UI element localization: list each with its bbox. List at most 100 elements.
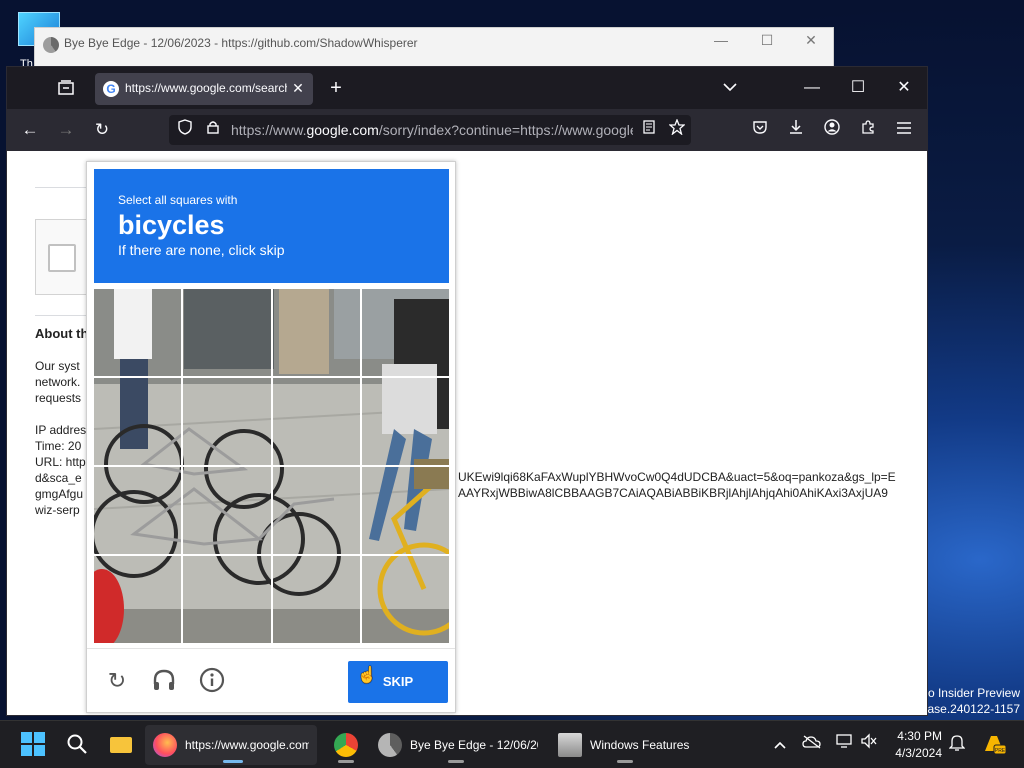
captcha-tile[interactable] — [361, 467, 449, 554]
file-explorer-button[interactable] — [108, 731, 134, 757]
edge-window[interactable]: Bye Bye Edge - 12/06/2023 - https://gith… — [34, 27, 834, 69]
maximize-button[interactable]: ☐ — [843, 73, 873, 103]
firefox-view-button[interactable] — [51, 73, 81, 103]
edge-window-title: Bye Bye Edge - 12/06/2023 - https://gith… — [64, 36, 418, 50]
url-bar[interactable]: https://www.google.com/sorry/index?conti… — [169, 115, 691, 145]
minimize-button[interactable]: — — [797, 73, 827, 103]
watermark-line-1: ro Insider Preview — [923, 686, 1020, 700]
edge-close-button[interactable]: ✕ — [791, 32, 831, 52]
menu-button[interactable] — [889, 115, 919, 145]
captcha-tile[interactable] — [272, 378, 360, 465]
captcha-tile[interactable] — [183, 378, 271, 465]
captcha-tile[interactable] — [94, 556, 182, 643]
about-heading: About th — [35, 326, 89, 341]
system-clock[interactable]: 4:30 PM 4/3/2024 — [880, 728, 942, 762]
captcha-tile[interactable] — [183, 467, 271, 554]
active-indicator — [338, 760, 354, 763]
captcha-tile[interactable] — [272, 289, 360, 376]
account-icon — [824, 119, 840, 135]
captcha-tile-image — [272, 556, 360, 643]
shield-icon[interactable] — [175, 119, 195, 141]
close-button[interactable]: ✕ — [889, 73, 919, 103]
firefox-view-icon — [58, 80, 74, 95]
captcha-tile[interactable] — [94, 289, 182, 376]
chrome-icon — [334, 733, 358, 757]
reader-icon[interactable] — [639, 119, 659, 141]
ip-line: IP addres — [35, 423, 87, 437]
back-button[interactable]: ← — [15, 115, 45, 145]
audio-challenge-icon[interactable] — [150, 667, 178, 695]
url-host: google.com — [306, 122, 379, 138]
captcha-header: Select all squares with bicycles If ther… — [94, 169, 449, 283]
captcha-tile[interactable] — [272, 556, 360, 643]
reload-button[interactable]: ↻ — [87, 115, 117, 145]
edge-maximize-button[interactable]: ☐ — [747, 32, 787, 52]
taskbar-app-edge[interactable]: Bye Bye Edge - 12/06/2023 — [370, 725, 542, 765]
firefox-icon — [153, 733, 177, 757]
chevron-down-icon — [723, 83, 737, 92]
url-continuation: AAYRxjWBBiwA8lCBBAAGB7CAiAQABiABBiKBRjlA… — [458, 486, 888, 500]
url-line: wiz-serp — [35, 503, 80, 517]
info-icon[interactable] — [198, 667, 226, 695]
captcha-tile[interactable] — [183, 289, 271, 376]
volume-muted-icon[interactable] — [858, 733, 880, 755]
captcha-tile[interactable] — [272, 467, 360, 554]
url-continuation: UKEwi9lqi68KaFAxWuplYBHWvoCw0Q4dUDCBA&ua… — [458, 470, 896, 484]
active-indicator — [448, 760, 464, 763]
url-text[interactable]: https://www.google.com/sorry/index?conti… — [231, 122, 633, 138]
start-button[interactable] — [20, 731, 46, 757]
recaptcha-checkbox[interactable] — [48, 244, 76, 272]
captcha-tile[interactable] — [94, 378, 182, 465]
taskbar-app-windows-features[interactable]: Windows Features — [550, 725, 700, 765]
new-tab-button[interactable]: + — [321, 73, 351, 103]
preview-badge-text: PRE — [995, 748, 1006, 754]
taskbar-app-chrome[interactable] — [326, 725, 366, 765]
menu-icon — [897, 122, 911, 134]
lock-icon[interactable] — [203, 119, 223, 141]
captcha-tile-image — [183, 289, 271, 376]
captcha-tile-image — [183, 378, 271, 465]
captcha-hint: If there are none, click skip — [118, 242, 285, 258]
search-icon[interactable] — [64, 731, 90, 757]
taskbar-app-firefox[interactable]: https://www.google.com — [145, 725, 317, 765]
onedrive-offline-icon[interactable] — [801, 733, 823, 755]
url-path: /sorry/index?continue=https://www.google… — [378, 122, 633, 138]
reload-challenge-icon[interactable]: ↻ — [103, 667, 131, 695]
pocket-icon — [753, 121, 767, 134]
list-all-tabs-button[interactable] — [715, 73, 745, 103]
pocket-button[interactable] — [745, 115, 775, 145]
downloads-button[interactable] — [781, 115, 811, 145]
taskbar: https://www.google.com Bye Bye Edge - 12… — [0, 720, 1024, 768]
body-line: requests — [35, 391, 82, 405]
network-icon[interactable] — [833, 733, 855, 755]
edge-minimize-button[interactable]: — — [701, 32, 741, 52]
copilot-preview-icon[interactable]: PRE — [981, 733, 1007, 755]
account-button[interactable] — [817, 115, 847, 145]
captcha-image-grid — [94, 289, 449, 643]
captcha-tile-image — [361, 289, 449, 376]
captcha-tile[interactable] — [361, 289, 449, 376]
captcha-tile-image — [94, 467, 182, 554]
captcha-tile-image — [94, 289, 182, 376]
captcha-tile[interactable] — [183, 556, 271, 643]
windows-logo-icon — [21, 732, 32, 743]
tab-google[interactable]: G https://www.google.com/search ✕ — [95, 73, 313, 105]
body-line: Our syst — [35, 359, 80, 373]
taskbar-app-label: https://www.google.com — [185, 738, 309, 752]
notification-bell-icon[interactable] — [946, 733, 968, 755]
captcha-tile[interactable] — [94, 467, 182, 554]
page-content: About th Our syst network. requests IP a… — [7, 151, 927, 715]
extensions-button[interactable] — [853, 115, 883, 145]
download-icon — [790, 120, 802, 134]
extensions-icon — [862, 120, 874, 134]
bookmark-star-icon[interactable] — [667, 118, 687, 141]
captcha-tile-image — [361, 556, 449, 643]
show-hidden-icons-chevron-icon[interactable] — [769, 733, 791, 755]
captcha-tile-image — [272, 289, 360, 376]
captcha-tile[interactable] — [361, 556, 449, 643]
forward-button[interactable]: → — [51, 115, 81, 145]
captcha-tile-image — [361, 467, 449, 554]
url-line: gmgAfgu — [35, 487, 84, 501]
tab-close-icon[interactable]: ✕ — [289, 78, 307, 98]
captcha-tile[interactable] — [361, 378, 449, 465]
